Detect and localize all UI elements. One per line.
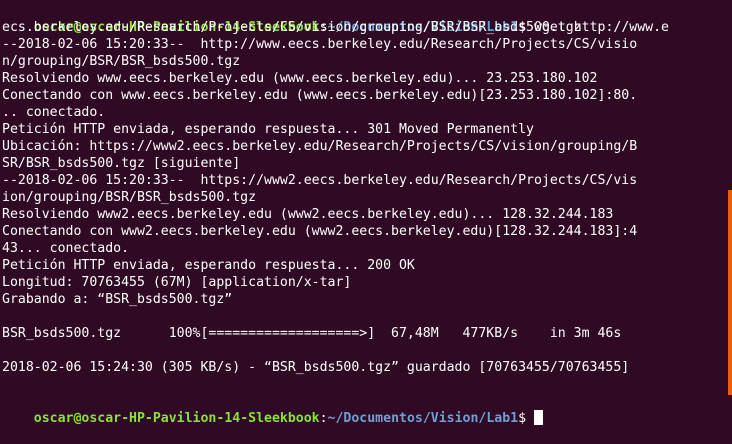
output-line: Petición HTTP enviada, esperando respues… [2, 258, 415, 273]
prompt-path: ~/Documentos/Vision/Lab1 [327, 411, 519, 426]
output-line: Conectando con www.eecs.berkeley.edu (ww… [2, 88, 638, 103]
text-cursor [534, 410, 543, 425]
output-line: --2018-02-06 15:20:33-- http://www.eecs.… [2, 37, 638, 52]
output-line: Ubicación: https://www2.eecs.berkeley.ed… [2, 139, 638, 154]
output-line: .. conectado. [2, 105, 106, 120]
output-line: Petición HTTP enviada, esperando respues… [2, 122, 534, 137]
output-line: n/grouping/BSR/BSR_bsds500.tgz [2, 54, 241, 69]
prompt-user-host: oscar@oscar-HP-Pavilion-14-Sleekbook [33, 411, 320, 426]
active-prompt-line[interactable]: oscar@oscar-HP-Pavilion-14-Sleekbook:~/D… [2, 393, 732, 426]
terminal-window[interactable]: oscar@oscar-HP-Pavilion-14-Sleekbook:~/D… [0, 0, 732, 426]
prompt-symbol: $ [518, 411, 534, 426]
output-line: Conectando con www2.eecs.berkeley.edu (w… [2, 224, 638, 239]
output-line: Resolviendo www2.eecs.berkeley.edu (www2… [2, 207, 614, 222]
output-line: 43... conectado. [2, 241, 130, 256]
output-line: Longitud: 70763455 (67M) [application/x-… [2, 275, 352, 290]
saved-summary-line: 2018-02-06 15:24:30 (305 KB/s) - “BSR_bs… [2, 360, 630, 375]
output-line: SR/BSR_bsds500.tgz [siguiente] [2, 156, 241, 171]
scrollbar-edge[interactable] [728, 190, 732, 395]
output-line: ion/grouping/BSR/BSR_bsds500.tgz [2, 190, 257, 205]
command-line: oscar@oscar-HP-Pavilion-14-Sleekbook:~/D… [2, 2, 732, 35]
output-line: Grabando a: “BSR_bsds500.tgz” [2, 292, 233, 307]
output-line: --2018-02-06 15:20:33-- https://www2.eec… [2, 173, 638, 188]
prompt-separator: : [319, 411, 328, 426]
output-line: Resolviendo www.eecs.berkeley.edu (www.e… [2, 71, 598, 86]
download-progress-line: BSR_bsds500.tgz 100%[===================… [2, 326, 622, 341]
